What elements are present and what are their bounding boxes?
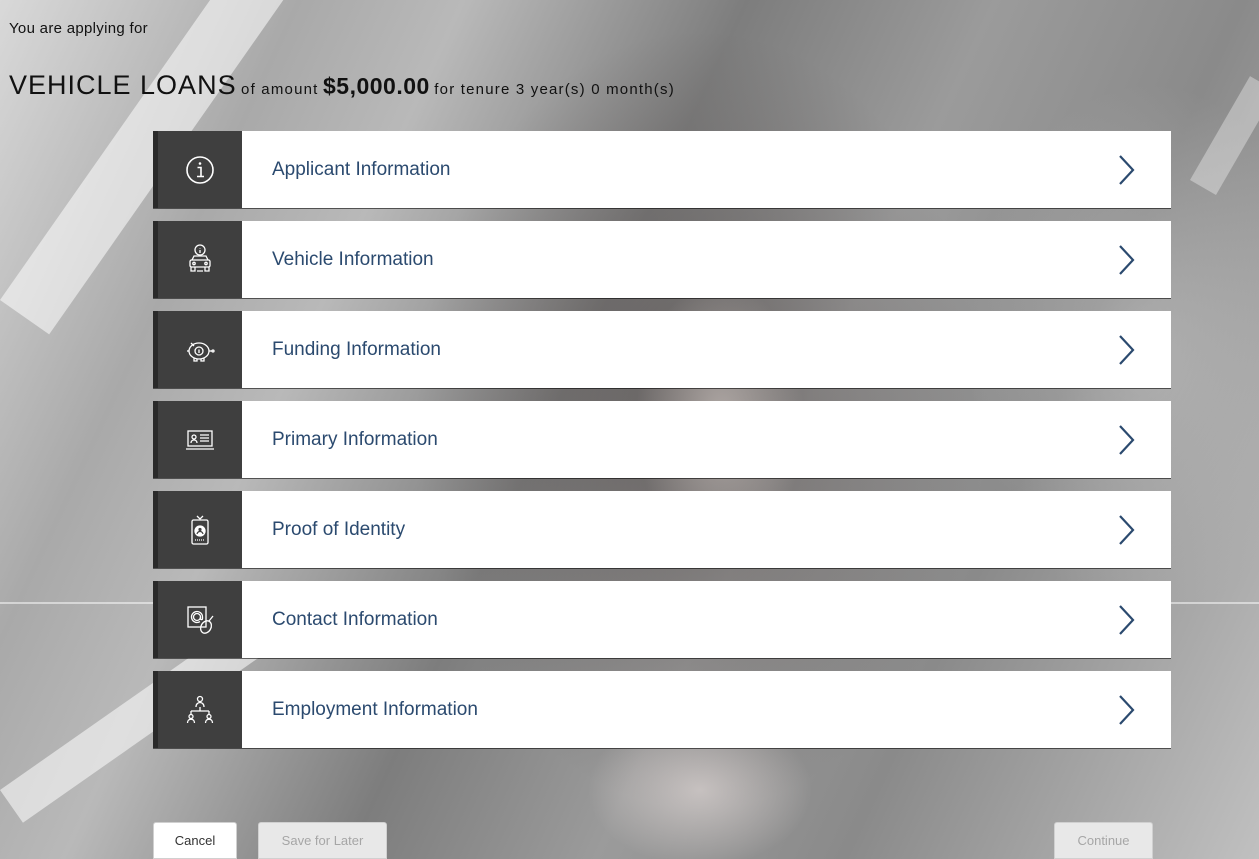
section-label: Proof of Identity: [272, 518, 406, 540]
chevron-right-icon: [1081, 311, 1171, 388]
product-name: VEHICLE LOANS: [9, 70, 237, 100]
applying-for-text: You are applying for: [9, 20, 148, 37]
section-label: Primary Information: [272, 428, 438, 450]
loan-amount: $5,000.00: [323, 73, 430, 99]
section-proof-of-identity[interactable]: Proof of Identity: [153, 491, 1171, 568]
chevron-right-icon: [1081, 401, 1171, 478]
section-primary-information[interactable]: Primary Information: [153, 401, 1171, 478]
section-label: Funding Information: [272, 338, 441, 360]
chevron-right-icon: [1081, 491, 1171, 568]
piggy-bank-icon: [153, 311, 242, 388]
id-card-icon: [153, 401, 242, 478]
badge-icon: [153, 491, 242, 568]
email-mouse-icon: [153, 581, 242, 658]
org-chart-icon: [153, 671, 242, 748]
section-vehicle-information[interactable]: Vehicle Information: [153, 221, 1171, 298]
section-employment-information[interactable]: Employment Information: [153, 671, 1171, 748]
save-for-later-button[interactable]: Save for Later: [258, 822, 387, 859]
chevron-right-icon: [1081, 671, 1171, 748]
section-applicant-information[interactable]: Applicant Information: [153, 131, 1171, 208]
chevron-right-icon: [1081, 581, 1171, 658]
tenure-text: for tenure 3 year(s) 0 month(s): [434, 81, 675, 98]
section-contact-information[interactable]: Contact Information: [153, 581, 1171, 658]
info-icon: [153, 131, 242, 208]
loan-summary: VEHICLE LOANS of amount $5,000.00 for te…: [9, 70, 675, 101]
section-label: Applicant Information: [272, 158, 451, 180]
section-label: Employment Information: [272, 698, 478, 720]
vehicle-icon: [153, 221, 242, 298]
section-label: Contact Information: [272, 608, 438, 630]
cancel-button[interactable]: Cancel: [153, 822, 237, 859]
application-sections: Applicant Information Vehicle Informatio…: [153, 131, 1171, 748]
continue-button[interactable]: Continue: [1054, 822, 1153, 859]
section-funding-information[interactable]: Funding Information: [153, 311, 1171, 388]
of-amount-text: of amount: [241, 81, 319, 98]
chevron-right-icon: [1081, 131, 1171, 208]
chevron-right-icon: [1081, 221, 1171, 298]
section-label: Vehicle Information: [272, 248, 434, 270]
